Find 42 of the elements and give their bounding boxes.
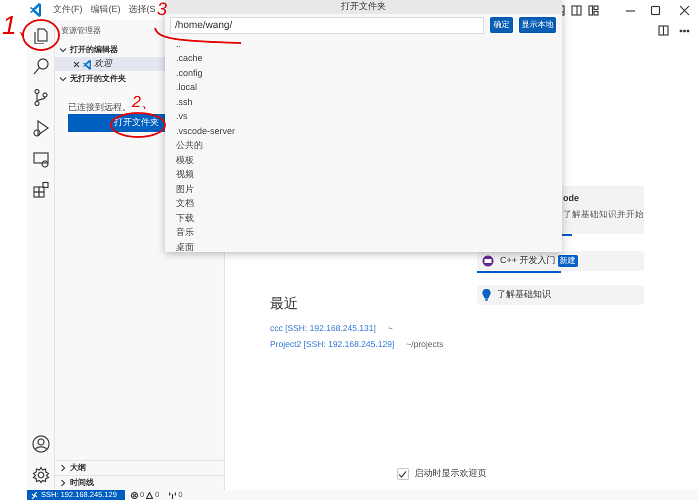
walkthrough-card[interactable]: C++ 开发入门 新建 (477, 251, 644, 271)
annotation-number: 2、 (132, 95, 157, 111)
section-title: 大纲 (70, 462, 86, 474)
folder-entry[interactable]: 下载 (176, 210, 562, 225)
folder-entry[interactable]: 图片 (176, 182, 562, 196)
folder-entry[interactable]: 模板 (176, 152, 562, 167)
recent-path: ~/projects (406, 338, 444, 350)
walkthrough-card[interactable]: 了解基础知识 (477, 285, 644, 305)
editor-label: 欢迎 (94, 57, 112, 70)
sidebar-title: 资源管理器 (61, 25, 101, 37)
new-badge: 新建 (558, 255, 578, 267)
folder-entry[interactable]: .vscode-server (176, 124, 562, 138)
info-text: 已连接到远程。 (68, 102, 131, 112)
checkbox-label: 启动时显示欢迎页 (414, 467, 486, 480)
dialog-button[interactable]: 确定 (490, 17, 513, 33)
folder-entry[interactable]: 公共的 (176, 138, 562, 152)
recent-path: ~ (388, 322, 393, 334)
folder-entry[interactable]: 文档 (176, 196, 562, 210)
section-title: 时间线 (70, 477, 94, 489)
folder-entry[interactable]: 音乐 (176, 225, 562, 240)
card-description: 了解基础知识并开始 (563, 208, 644, 220)
menu-item[interactable]: 编辑(E) (90, 3, 120, 17)
recent-link[interactable]: ccc [SSH: 192.168.245.131] (270, 322, 376, 334)
dialog-button[interactable]: 显示本地 (519, 17, 556, 33)
folder-entry[interactable]: .local (176, 80, 562, 94)
folder-entry[interactable]: 桌面 (176, 240, 562, 252)
menu-item[interactable]: 选择(S (128, 3, 156, 17)
section-heading: 最近 (270, 294, 299, 313)
folder-entry[interactable]: .ssh (176, 94, 562, 109)
menu-item[interactable]: 文件(F) (53, 3, 82, 17)
section-title: 打开的编辑器 (70, 44, 118, 56)
path-input-field[interactable]: /home/wang/ (170, 16, 484, 34)
section-header[interactable]: 大纲 (55, 460, 224, 475)
folder-entry[interactable]: .vs (176, 109, 562, 124)
annotation-number: 3 (157, 0, 168, 18)
card-title: C++ 开发入门 (500, 254, 556, 268)
open-folder-button[interactable]: 打开文件夹 (68, 114, 165, 132)
section-title: 无打开的文件夹 (70, 72, 126, 84)
card-title: 了解基础知识 (497, 288, 551, 302)
folder-entry[interactable]: 视频 (176, 167, 562, 182)
recent-link[interactable]: Project2 [SSH: 192.168.245.129] (270, 338, 394, 350)
card-title: ode (563, 192, 580, 205)
